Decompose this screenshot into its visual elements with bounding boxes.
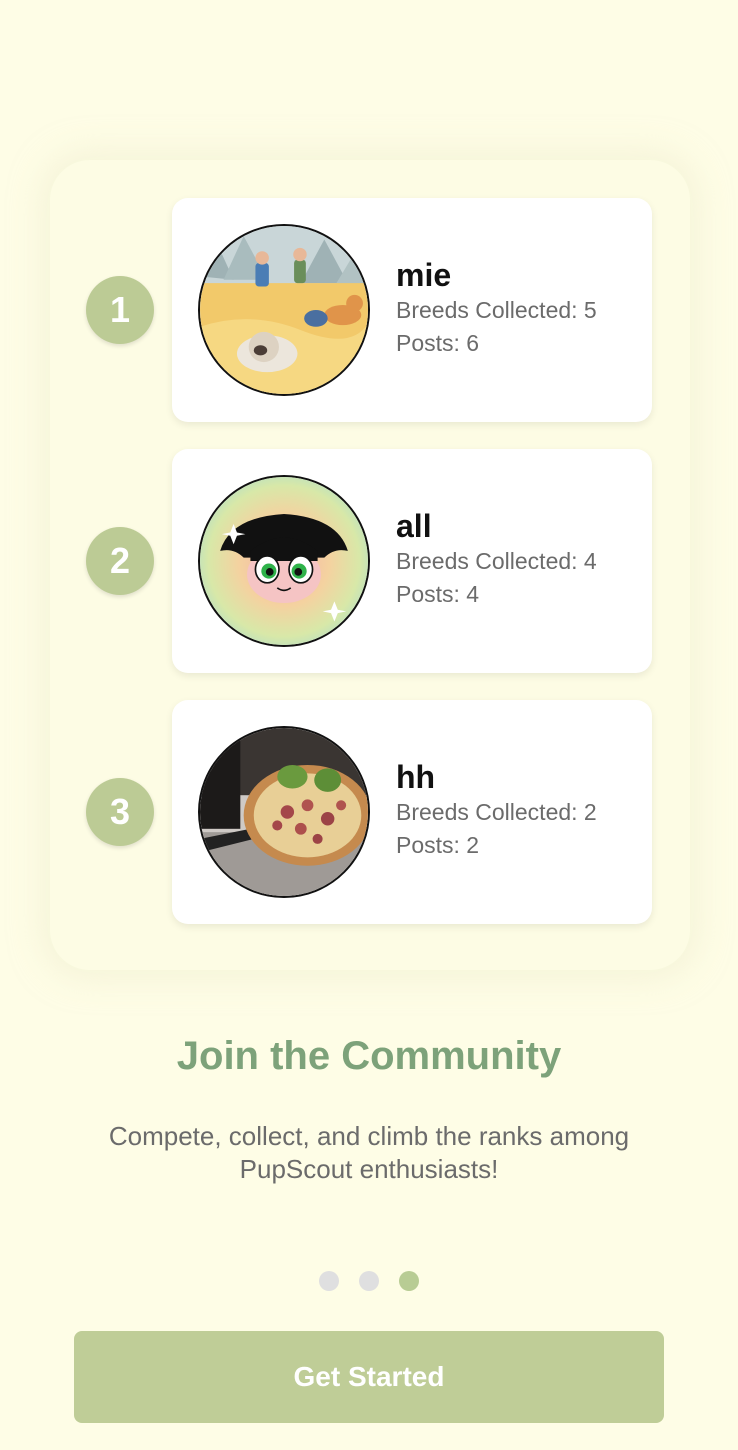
get-started-button[interactable]: Get Started bbox=[74, 1331, 664, 1423]
page-dot-1[interactable] bbox=[319, 1271, 339, 1291]
user-card[interactable]: hh Breeds Collected: 2 Posts: 2 bbox=[172, 700, 652, 924]
posts-count-label: Posts: 2 bbox=[396, 832, 480, 858]
username: all bbox=[396, 508, 432, 544]
username: hh bbox=[396, 759, 436, 795]
rank-badge: 1 bbox=[86, 276, 154, 344]
leaderboard-entry-1: 1 mie Breeds Collected: 5 Posts: 6 bbox=[0, 198, 738, 422]
page-dot-3-active[interactable] bbox=[399, 1271, 419, 1291]
leaderboard-entry-2: 2 all Breeds Collected: 4 Posts: 4 bbox=[0, 449, 738, 673]
user-card[interactable]: all Breeds Collected: 4 Posts: 4 bbox=[172, 449, 652, 673]
page-dot-2[interactable] bbox=[359, 1271, 379, 1291]
rank-badge: 2 bbox=[86, 527, 154, 595]
username: mie bbox=[396, 257, 452, 293]
user-avatar bbox=[198, 475, 370, 647]
user-avatar bbox=[198, 726, 370, 898]
page-indicator bbox=[0, 1271, 738, 1291]
user-card[interactable]: mie Breeds Collected: 5 Posts: 6 bbox=[172, 198, 652, 422]
onboarding-heading: Join the Community bbox=[176, 1034, 562, 1078]
breeds-collected-label: Breeds Collected: 4 bbox=[396, 548, 597, 574]
breeds-collected-label: Breeds Collected: 5 bbox=[396, 297, 597, 323]
posts-count-label: Posts: 6 bbox=[396, 330, 480, 356]
leaderboard-entry-3: 3 hh Breeds Collected: 2 Posts: 2 bbox=[0, 700, 738, 924]
onboarding-subtitle: Compete, collect, and climb the ranks am… bbox=[108, 1121, 630, 1184]
breeds-collected-label: Breeds Collected: 2 bbox=[396, 799, 597, 825]
user-avatar bbox=[198, 224, 370, 396]
rank-badge: 3 bbox=[86, 778, 154, 846]
posts-count-label: Posts: 4 bbox=[396, 581, 480, 607]
